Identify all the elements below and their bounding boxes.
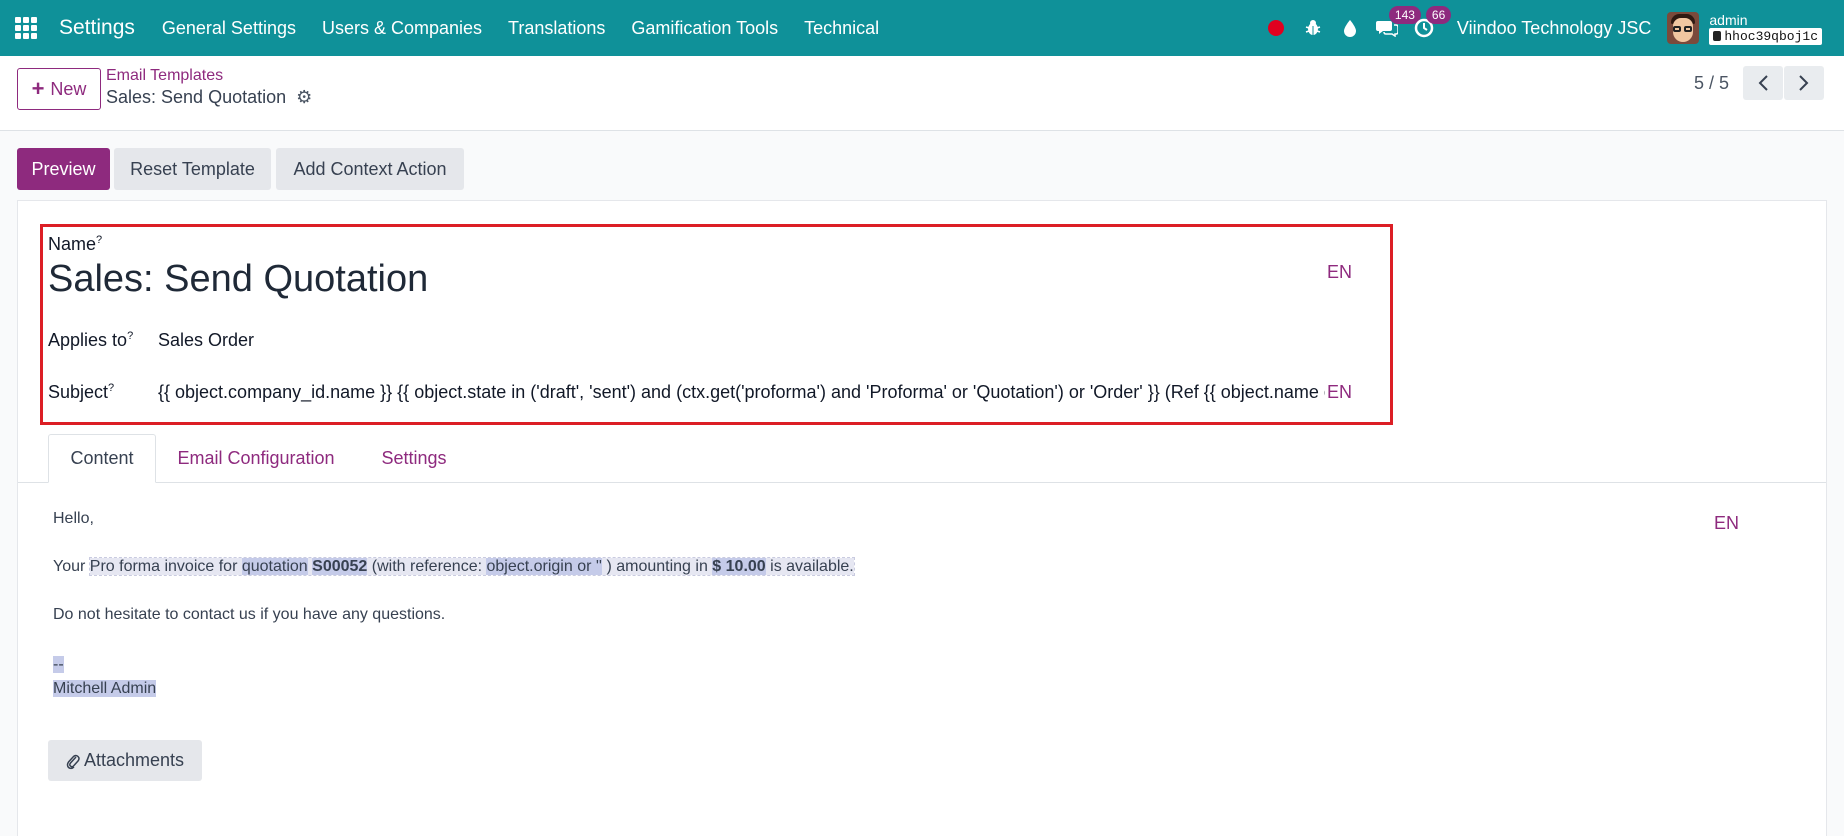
tab-email-configuration[interactable]: Email Configuration (162, 434, 350, 483)
reset-template-button[interactable]: Reset Template (114, 148, 271, 190)
signature-name[interactable]: Mitchell Admin (53, 680, 157, 698)
chevron-left-icon (1758, 75, 1768, 91)
water-drop-icon[interactable] (1338, 16, 1362, 40)
new-button-label: New (50, 78, 87, 99)
attachments-label: Attachments (83, 750, 185, 770)
database-icon (1713, 31, 1722, 41)
app-title[interactable]: Settings (59, 16, 135, 40)
menu-technical[interactable]: Technical (791, 18, 892, 39)
pager-value[interactable]: 5 / 5 (1694, 73, 1729, 94)
apps-menu-icon[interactable] (15, 17, 37, 39)
name-input[interactable]: Sales: Send Quotation (48, 258, 428, 301)
bug-icon[interactable] (1301, 16, 1325, 40)
control-panel: + New Email Templates Sales: Send Quotat… (0, 56, 1844, 131)
subject-tooltip-mark[interactable]: ? (108, 382, 114, 394)
menu-general-settings[interactable]: General Settings (149, 18, 309, 39)
subject-input[interactable]: {{ object.company_id.name }} {{ object.s… (158, 382, 1325, 403)
breadcrumb-current: Sales: Send Quotation ⚙ (106, 87, 312, 108)
chevron-right-icon (1799, 75, 1809, 91)
applies-to-label: Applies to? (48, 330, 134, 350)
name-lang-button[interactable]: EN (1327, 262, 1352, 283)
signature-separator[interactable]: -- (53, 656, 64, 674)
body-lang-button[interactable]: EN (1714, 513, 1739, 534)
subject-label: Subject? (48, 382, 115, 402)
menu-users-companies[interactable]: Users & Companies (309, 18, 495, 39)
messages-icon[interactable]: 143 (1375, 6, 1421, 40)
database-tag: hhoc39qboj1c (1709, 27, 1822, 45)
pager-previous-button[interactable] (1743, 66, 1783, 100)
main-menu: General Settings Users & Companies Trans… (149, 18, 892, 39)
plus-icon: + (31, 76, 45, 101)
body-greeting[interactable]: Hello, (53, 510, 94, 528)
subject-lang-button[interactable]: EN (1327, 382, 1352, 403)
gear-icon[interactable]: ⚙ (296, 87, 312, 108)
add-context-action-button[interactable]: Add Context Action (276, 148, 464, 190)
paperclip-icon (66, 754, 80, 769)
preview-button[interactable]: Preview (17, 148, 110, 190)
company-switcher[interactable]: Viindoo Technology JSC (1457, 18, 1651, 39)
body-main-line[interactable]: Your Pro forma invoice for quotation S00… (53, 557, 855, 576)
user-name: admin (1709, 11, 1748, 28)
pager-next-button[interactable] (1784, 66, 1824, 100)
top-navbar: Settings General Settings Users & Compan… (0, 0, 1844, 56)
tab-settings[interactable]: Settings (364, 434, 464, 483)
user-menu[interactable]: admin hhoc39qboj1c (1709, 12, 1822, 45)
systray: 143 66 Viindoo Technology JSC admin hhoc… (1264, 0, 1844, 56)
menu-gamification-tools[interactable]: Gamification Tools (618, 18, 791, 39)
name-tooltip-mark[interactable]: ? (96, 234, 102, 246)
activities-badge: 66 (1425, 6, 1452, 24)
applies-tooltip-mark[interactable]: ? (127, 330, 133, 342)
name-label: Name? (48, 234, 103, 254)
new-button[interactable]: + New (17, 68, 101, 110)
breadcrumb-email-templates[interactable]: Email Templates (106, 67, 223, 85)
activities-clock-icon[interactable]: 66 (1412, 6, 1452, 40)
body-contact-line[interactable]: Do not hesitate to contact us if you hav… (53, 606, 445, 624)
tab-content[interactable]: Content (48, 434, 156, 483)
database-name: hhoc39qboj1c (1724, 28, 1818, 44)
attachments-button[interactable]: Attachments (48, 740, 202, 781)
applies-to-field[interactable]: Sales Order (158, 330, 254, 351)
record-title: Sales: Send Quotation (106, 87, 287, 107)
user-avatar[interactable] (1667, 12, 1700, 44)
menu-translations[interactable]: Translations (495, 18, 618, 39)
record-icon[interactable] (1264, 16, 1288, 40)
